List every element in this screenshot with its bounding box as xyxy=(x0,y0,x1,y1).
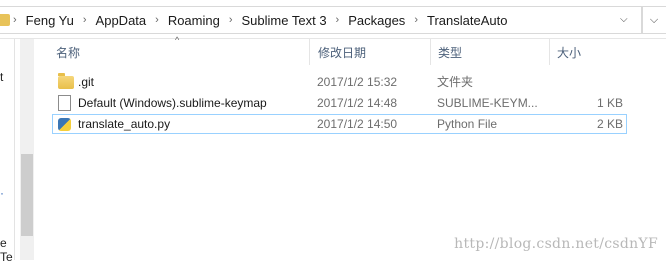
file-type: 文件夹 xyxy=(437,75,474,89)
breadcrumb-roaming[interactable]: Roaming xyxy=(162,13,226,28)
navigation-scrollbar[interactable] xyxy=(20,38,34,260)
column-header-label: 修改日期 xyxy=(318,45,367,60)
chevron-right-icon[interactable]: › xyxy=(152,14,162,26)
chevron-right-icon[interactable]: › xyxy=(10,14,20,26)
column-header-label: 大小 xyxy=(557,45,582,60)
file-type: SUBLIME-KEYM... xyxy=(437,96,538,110)
breadcrumb[interactable]: › Feng Yu › AppData › Roaming › Sublime … xyxy=(0,6,643,34)
file-size: 1 KB xyxy=(596,96,623,110)
file-size xyxy=(557,72,623,92)
nav-item-fragment[interactable]: · xyxy=(0,186,4,200)
file-icon xyxy=(58,95,71,111)
address-dropdown-icon[interactable]: ⌵ xyxy=(620,14,628,25)
column-header-label: 类型 xyxy=(438,45,463,60)
file-row-selected[interactable]: translate_auto.py 2017/1/2 14:50 Python … xyxy=(52,114,627,134)
nav-item-fragment[interactable]: t xyxy=(0,70,3,84)
breadcrumb-sublime-text-3[interactable]: Sublime Text 3 xyxy=(236,13,333,28)
breadcrumb-packages[interactable]: Packages xyxy=(342,13,411,28)
column-header-modified[interactable]: 修改日期 xyxy=(318,39,428,65)
chevron-down-icon: ⌵ xyxy=(649,13,659,26)
file-modified: 2017/1/2 14:48 xyxy=(317,96,398,110)
folder-icon xyxy=(0,14,10,26)
address-bar[interactable]: › Feng Yu › AppData › Roaming › Sublime … xyxy=(0,0,666,39)
python-file-icon xyxy=(58,118,71,131)
folder-icon xyxy=(58,73,74,89)
column-header-type[interactable]: 类型 xyxy=(438,39,548,65)
file-name[interactable]: translate_auto.py xyxy=(78,114,170,134)
chevron-right-icon[interactable]: › xyxy=(411,14,421,26)
scrollbar-thumb[interactable] xyxy=(21,154,33,236)
file-row[interactable]: Default (Windows).sublime-keymap 2017/1/… xyxy=(52,93,627,113)
column-header-label: 名称 xyxy=(56,45,81,60)
file-name[interactable]: .git xyxy=(78,72,94,92)
chevron-right-icon[interactable]: › xyxy=(226,14,236,26)
column-divider[interactable] xyxy=(309,39,310,65)
chevron-right-icon[interactable]: › xyxy=(80,14,90,26)
file-row[interactable]: .git 2017/1/2 15:32 文件夹 xyxy=(52,72,627,92)
breadcrumb-feng-yu[interactable]: Feng Yu xyxy=(20,13,80,28)
column-divider[interactable] xyxy=(549,39,550,65)
column-header-size[interactable]: 大小 xyxy=(557,39,627,65)
refresh-button[interactable]: ⌵ xyxy=(641,6,666,34)
file-modified: 2017/1/2 15:32 xyxy=(317,75,398,89)
breadcrumb-translateauto[interactable]: TranslateAuto xyxy=(421,13,513,28)
chevron-right-icon[interactable]: › xyxy=(333,14,343,26)
file-type: Python File xyxy=(437,117,498,131)
watermark: http://blog.csdn.net/csdnYF xyxy=(454,236,658,252)
file-size: 2 KB xyxy=(596,117,623,131)
column-divider[interactable] xyxy=(430,39,431,65)
column-header-name[interactable]: 名称 xyxy=(56,39,306,65)
breadcrumb-appdata[interactable]: AppData xyxy=(90,13,153,28)
file-modified: 2017/1/2 14:50 xyxy=(317,117,398,131)
navigation-pane[interactable]: t · e Te xyxy=(0,38,15,264)
file-name[interactable]: Default (Windows).sublime-keymap xyxy=(78,93,267,113)
